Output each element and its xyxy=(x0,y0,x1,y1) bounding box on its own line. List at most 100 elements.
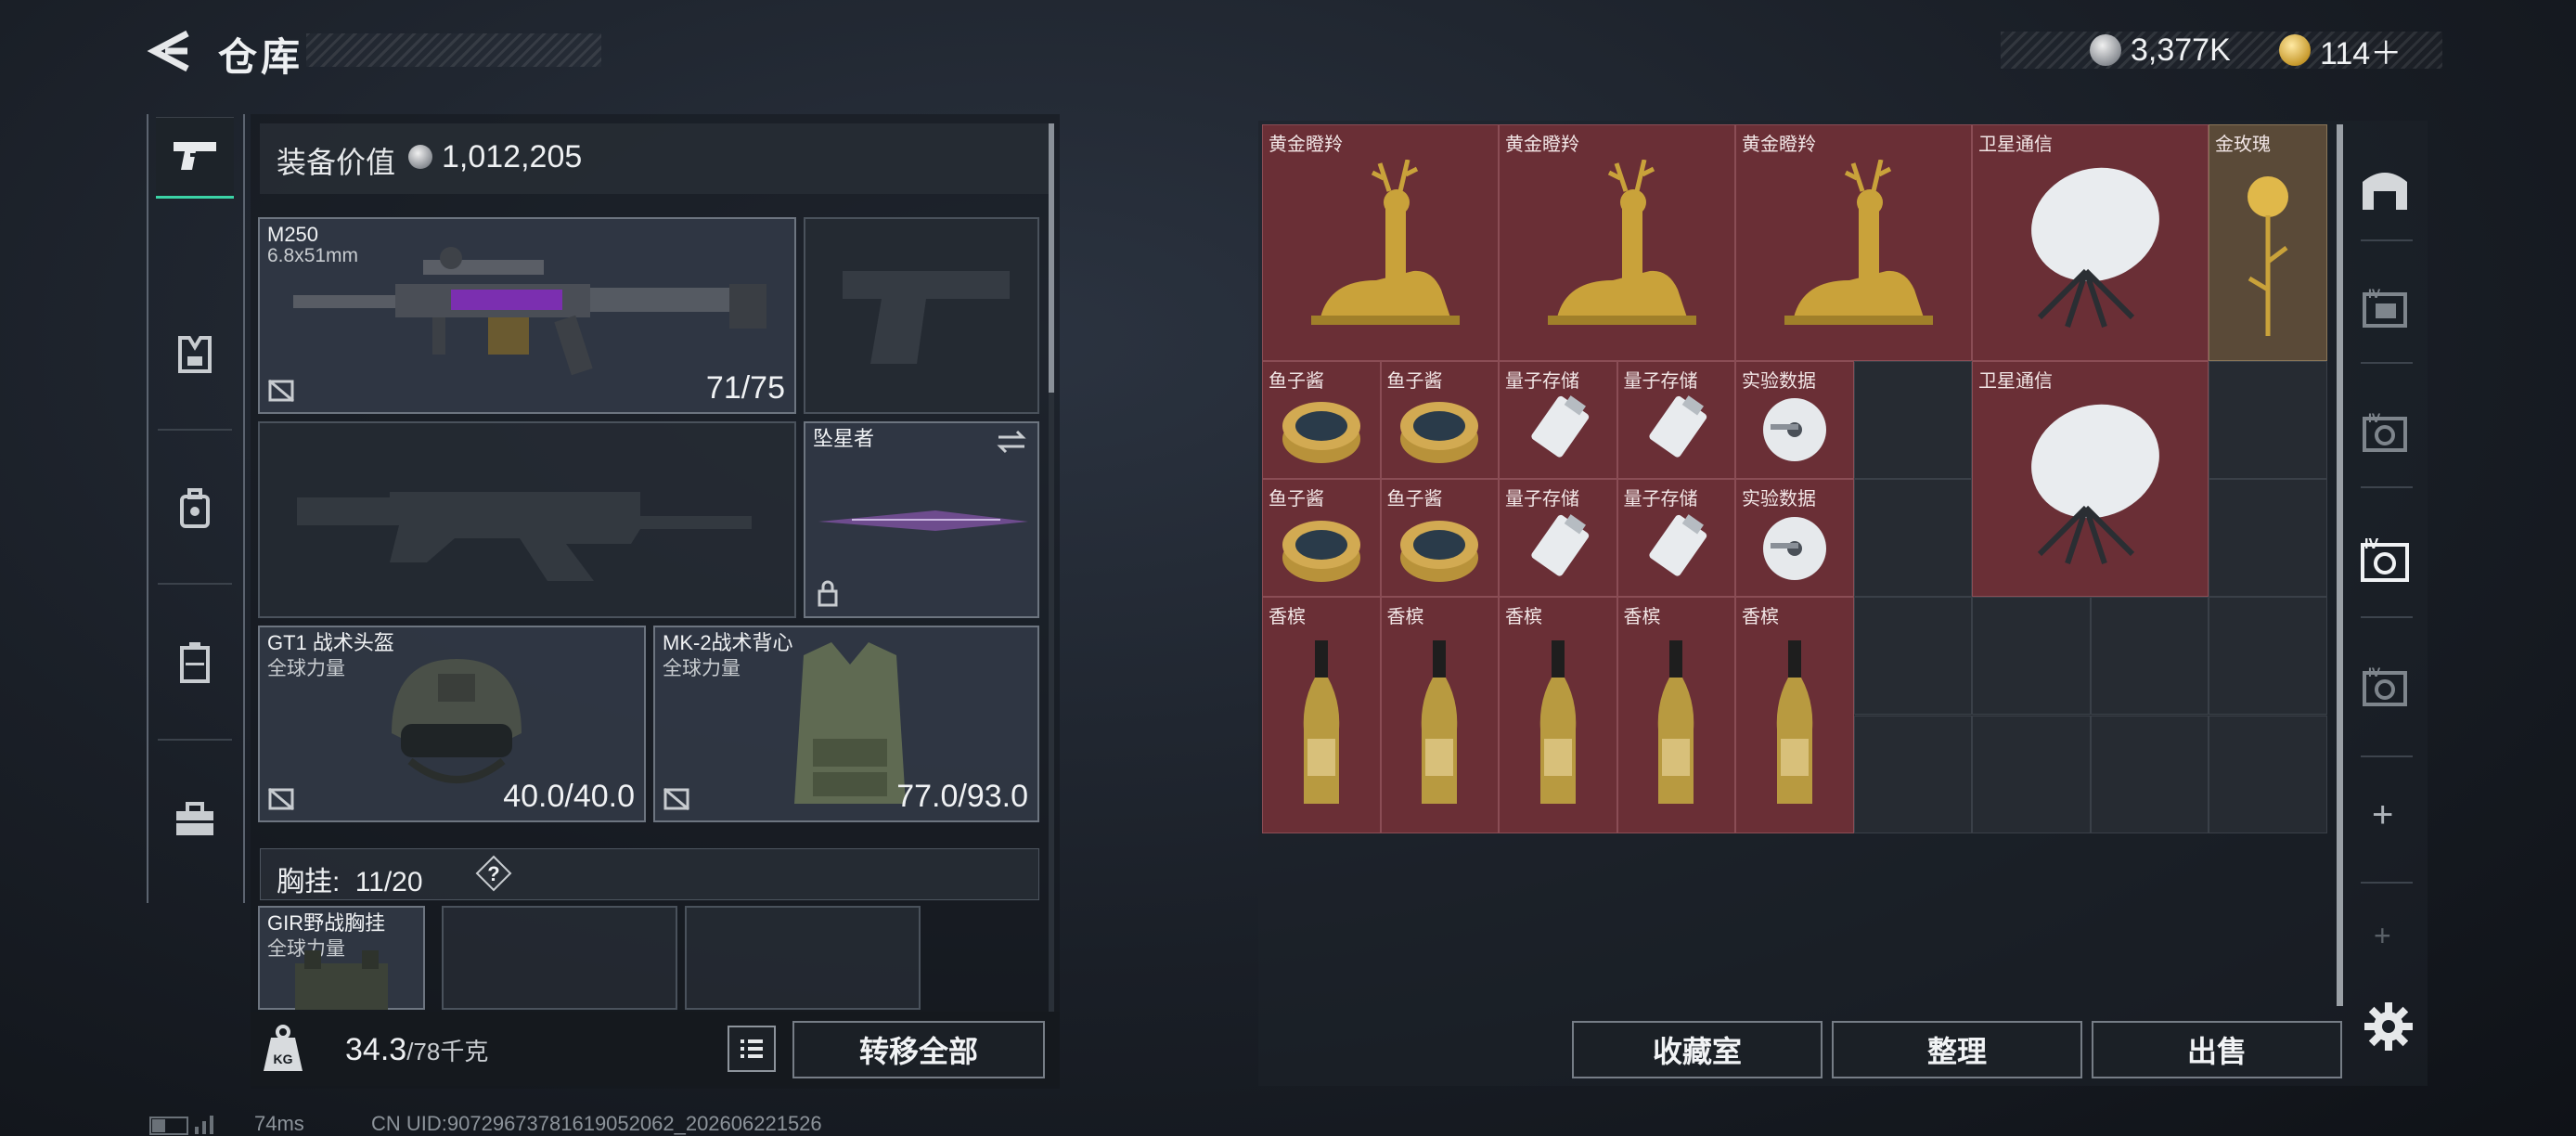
melee-slot[interactable]: 坠星者 xyxy=(804,421,1039,618)
stash-grid[interactable]: 黄金瞪羚 黄金瞪羚 黄金瞪羚 卫星通信 金玫瑰 鱼子酱 鱼子酱 量子存储 量子存储 实验数据 卫星通… xyxy=(1262,124,2327,833)
rail-divider xyxy=(158,739,232,741)
caviar-icon xyxy=(1263,386,1380,474)
lock-icon xyxy=(818,580,838,607)
rig-pocket-slot[interactable] xyxy=(685,906,921,1010)
primary-weapon-slot[interactable]: M250 6.8x51mm 71/75 xyxy=(258,217,796,414)
sell-button[interactable]: 出售 xyxy=(2092,1021,2342,1078)
stash-scrollbar[interactable] xyxy=(2337,124,2343,1006)
warehouse-icon xyxy=(2363,173,2407,210)
stash-item-bottle[interactable]: 香槟 xyxy=(1616,597,1735,833)
transfer-all-button[interactable]: 转移全部 xyxy=(792,1021,1045,1078)
stash-item-bottle[interactable]: 香槟 xyxy=(1735,597,1854,833)
silver-currency[interactable]: 3,377K xyxy=(2090,30,2231,71)
stash-cell[interactable] xyxy=(2209,360,2327,479)
usb-icon xyxy=(1500,386,1616,474)
add-tab-icon[interactable]: + xyxy=(2374,919,2391,953)
stash-cell[interactable] xyxy=(2090,597,2209,716)
stash-cell[interactable] xyxy=(1853,715,1972,833)
safe-tab-4[interactable]: IV xyxy=(2355,657,2415,716)
deer-icon xyxy=(1263,149,1498,356)
stash-item-caviar[interactable]: 鱼子酱 xyxy=(1262,360,1381,479)
sort-button[interactable]: 整理 xyxy=(1832,1021,2082,1078)
rail-divider xyxy=(2361,486,2413,488)
stash-item-deer[interactable]: 黄金瞪羚 xyxy=(1499,124,1735,361)
stash-item-rose[interactable]: 金玫瑰 xyxy=(2209,124,2327,361)
collection-room-button[interactable]: 收藏室 xyxy=(1572,1021,1823,1078)
tab-case[interactable] xyxy=(156,624,234,702)
safe-icon: IV xyxy=(2361,536,2409,582)
stash-item-bottle[interactable]: 香槟 xyxy=(1262,597,1381,833)
stash-cell[interactable] xyxy=(2090,715,2209,833)
safe-tab-2[interactable]: IV xyxy=(2355,403,2415,462)
swap-icon[interactable] xyxy=(995,429,1028,455)
knife-icon xyxy=(818,510,1028,531)
stash-cell[interactable] xyxy=(1972,597,2091,716)
melee-name: 坠星者 xyxy=(813,427,875,450)
tab-weapons[interactable] xyxy=(156,117,234,199)
stash-item-deer[interactable]: 黄金瞪羚 xyxy=(1735,124,1972,361)
armor-vest-icon xyxy=(794,642,906,804)
silver-amount: 3,377K xyxy=(2131,32,2231,68)
weight-value: 34.3/78千克 xyxy=(345,1032,488,1068)
equipment-value: 1,012,205 xyxy=(442,139,583,174)
stash-item-usb[interactable]: 量子存储 xyxy=(1616,360,1735,479)
tab-toolbox[interactable] xyxy=(156,780,234,858)
add-tab-icon[interactable]: + xyxy=(2372,794,2393,836)
chest-rig-icon xyxy=(295,950,388,1010)
stash-item-bottle[interactable]: 香槟 xyxy=(1499,597,1617,833)
weapon-durability: 71/75 xyxy=(705,370,785,406)
stash-item-usb[interactable]: 量子存储 xyxy=(1499,478,1617,598)
helmet-slot[interactable]: GT1 战术头盔 全球力量 40.0/40.0 xyxy=(258,626,646,822)
gold-currency[interactable]: 114＋ xyxy=(2279,30,2402,71)
stash-item-caviar[interactable]: 鱼子酱 xyxy=(1262,478,1381,598)
stash-item-usb[interactable]: 量子存储 xyxy=(1616,478,1735,598)
stash-cell[interactable] xyxy=(2209,478,2327,598)
stash-item-deer[interactable]: 黄金瞪羚 xyxy=(1262,124,1499,361)
toolbox-icon xyxy=(176,802,213,835)
stash-cell[interactable] xyxy=(1853,360,1972,479)
secondary-weapon-slot[interactable] xyxy=(804,217,1039,414)
tab-armor[interactable] xyxy=(156,316,234,394)
weight-icon: KG xyxy=(264,1025,303,1071)
rifle-silhouette-icon xyxy=(297,492,752,581)
rose-icon xyxy=(2209,149,2326,356)
rig-pocket-slot[interactable] xyxy=(442,906,677,1010)
chest-rig-label: 胸挂: 11/20 xyxy=(277,858,423,899)
no-insurance-icon xyxy=(663,787,689,811)
bottle-icon xyxy=(1500,622,1616,829)
stash-item-bottle[interactable]: 香槟 xyxy=(1380,597,1499,833)
list-view-button[interactable] xyxy=(728,1026,776,1072)
stash-cell[interactable] xyxy=(1972,715,2091,833)
bottle-icon xyxy=(1263,622,1380,829)
chest-rig-slot[interactable]: GIR野战胸挂 全球力量 xyxy=(258,906,425,1010)
disc-icon xyxy=(1736,386,1853,474)
help-icon[interactable]: ? xyxy=(475,855,512,892)
equipment-scroll-thumb[interactable] xyxy=(1049,123,1054,393)
stash-item-caviar[interactable]: 鱼子酱 xyxy=(1380,360,1499,479)
stash-cell[interactable] xyxy=(1853,597,1972,716)
stash-item-dish[interactable]: 卫星通信 xyxy=(1972,360,2209,598)
stash-item-usb[interactable]: 量子存储 xyxy=(1499,360,1617,479)
back-arrow-icon[interactable] xyxy=(147,28,193,74)
rail-divider xyxy=(2361,239,2413,241)
safe-icon: IV xyxy=(2363,410,2407,452)
safe-tab-3-active[interactable]: IV xyxy=(2355,531,2415,590)
stash-item-disc[interactable]: 实验数据 xyxy=(1735,478,1854,598)
safe-tab-1[interactable]: IV xyxy=(2355,278,2415,338)
stash-cell[interactable] xyxy=(1853,478,1972,598)
caviar-icon xyxy=(1382,504,1499,592)
tab-bag[interactable] xyxy=(156,470,234,548)
settings-icon[interactable] xyxy=(2363,1000,2415,1052)
stash-item-caviar[interactable]: 鱼子酱 xyxy=(1380,478,1499,598)
warehouse-tab[interactable] xyxy=(2355,158,2415,217)
armor-slot[interactable]: MK-2战术背心 全球力量 77.0/93.0 xyxy=(653,626,1039,822)
stash-item-disc[interactable]: 实验数据 xyxy=(1735,360,1854,479)
stash-cell[interactable] xyxy=(2209,715,2327,833)
stash-cell[interactable] xyxy=(2209,597,2327,716)
second-primary-slot[interactable] xyxy=(258,421,796,618)
svg-text:IV: IV xyxy=(2364,536,2378,552)
no-insurance-icon xyxy=(268,379,294,403)
chest-rig-count: 11 xyxy=(354,867,384,897)
silver-coin-icon xyxy=(2090,34,2121,66)
stash-item-dish[interactable]: 卫星通信 xyxy=(1972,124,2209,361)
